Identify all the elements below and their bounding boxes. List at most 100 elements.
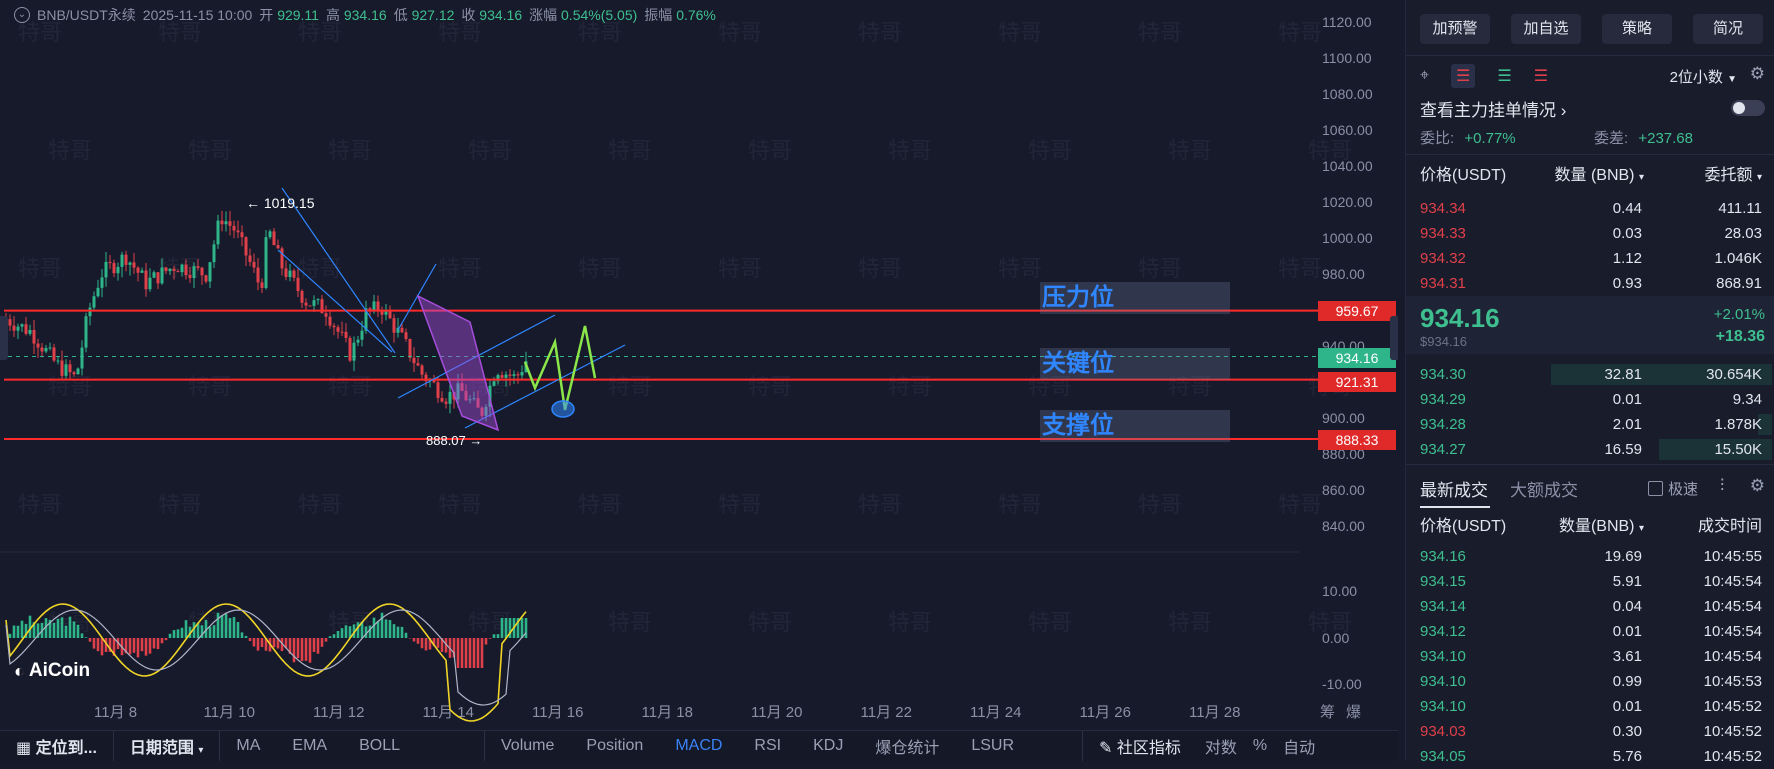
candle — [357, 336, 360, 346]
trade-row[interactable]: 934.140.0410:45:54 — [1420, 594, 1762, 619]
candle-body — [177, 271, 180, 272]
row-qty: 0.04 — [1613, 594, 1642, 619]
expand-right-handle[interactable] — [1390, 316, 1398, 360]
trade-row[interactable]: 934.100.9910:45:53 — [1420, 669, 1762, 694]
candle — [81, 340, 84, 375]
indicator-boll[interactable]: BOLL — [343, 737, 416, 755]
locate-button[interactable]: ▦ 定位到... — [0, 734, 113, 758]
candle — [245, 236, 248, 266]
macd-bar — [169, 634, 172, 638]
candle-body — [353, 343, 356, 361]
trade-row[interactable]: 934.155.9110:45:54 — [1420, 569, 1762, 594]
price-axis-label: 1120.00 — [1322, 14, 1372, 30]
log-scale-toggle[interactable]: 对数 — [1197, 734, 1245, 758]
trade-row[interactable]: 934.055.7610:45:52 — [1420, 744, 1762, 769]
symbol-name: BNB/USDT永续 — [37, 5, 136, 25]
ask-row[interactable]: 934.330.0328.03 — [1420, 221, 1762, 246]
row-amount: 30.654K — [1706, 362, 1762, 387]
macd-bar — [153, 638, 156, 648]
sub-liquidation[interactable]: 爆仓统计 — [859, 734, 955, 758]
filter-icon[interactable]: ⫶ — [1720, 476, 1724, 496]
sub-kdj[interactable]: KDJ — [797, 737, 859, 755]
ratio-value: +0.77% — [1464, 130, 1515, 147]
sub-lsur[interactable]: LSUR — [955, 737, 1030, 755]
candle-body — [97, 288, 100, 296]
expand-left-handle[interactable] — [0, 316, 8, 360]
bid-row[interactable]: 934.3032.8130.654K — [1420, 362, 1762, 387]
macd-bar — [333, 634, 336, 638]
qty-unit-select[interactable]: 数量 (BNB) ▾ — [1555, 163, 1645, 190]
bid-row[interactable]: 934.290.019.34 — [1420, 387, 1762, 412]
macd-bar — [229, 618, 232, 638]
add-alert-button[interactable]: 加预警 — [1420, 14, 1490, 44]
chart-area[interactable]: 特哥特哥特哥特哥特哥特哥特哥特哥特哥特哥特哥特哥特哥特哥特哥特哥特哥特哥特哥特哥… — [0, 0, 1398, 730]
diff-value: +237.68 — [1638, 130, 1693, 147]
macd-bar — [257, 638, 260, 651]
macd-bar — [313, 638, 316, 652]
indicator-ema[interactable]: EMA — [276, 737, 343, 755]
community-indicator-button[interactable]: ✎ 社区指标 — [1083, 734, 1197, 758]
candle-body — [293, 271, 296, 278]
macd-bar — [101, 638, 104, 655]
macd-bar — [489, 638, 492, 639]
sub-position[interactable]: Position — [570, 737, 659, 755]
trade-row[interactable]: 934.030.3010:45:52 — [1420, 719, 1762, 744]
ask-row[interactable]: 934.310.93868.91 — [1420, 271, 1762, 296]
row-price: 934.29 — [1420, 387, 1466, 412]
candle-body — [229, 221, 232, 226]
candle — [501, 372, 504, 379]
sub-macd[interactable]: MACD — [659, 737, 738, 755]
macd-bar — [525, 618, 528, 638]
main-orders-link[interactable]: 查看主力挂单情况 › — [1420, 96, 1566, 121]
diff-label: 委差: — [1594, 130, 1628, 147]
candle-body — [65, 364, 68, 376]
price-axis-label: 840.00 — [1322, 518, 1365, 534]
tab-large-trades[interactable]: 大额成交 — [1510, 476, 1578, 501]
sub-volume[interactable]: Volume — [485, 737, 570, 755]
row-amount: 10:45:54 — [1704, 569, 1762, 594]
ask-row[interactable]: 934.321.121.046K — [1420, 246, 1762, 271]
macd-bar — [337, 631, 340, 638]
candle-body — [13, 326, 16, 331]
collapse-icon[interactable]: ⌄ — [14, 7, 30, 23]
trade-row[interactable]: 934.120.0110:45:54 — [1420, 619, 1762, 644]
book-asks-icon[interactable]: ☰ — [1534, 66, 1548, 86]
decimal-select[interactable]: 2位小数 ▼ — [1670, 66, 1737, 87]
trade-row[interactable]: 934.100.0110:45:52 — [1420, 694, 1762, 719]
trade-row[interactable]: 934.1619.6910:45:55 — [1420, 544, 1762, 569]
settings-icon[interactable]: ⚙ — [1750, 64, 1765, 84]
date-range-button[interactable]: 日期范围 ▾ — [114, 734, 220, 758]
indicator-ma[interactable]: MA — [220, 737, 276, 755]
fast-mode-checkbox[interactable]: 极速 — [1648, 478, 1698, 499]
candle — [405, 329, 408, 342]
pin-icon[interactable]: ⌖ — [1420, 67, 1429, 85]
macd-bar — [397, 627, 400, 638]
candle — [41, 343, 44, 357]
candle — [253, 253, 256, 272]
candle — [117, 263, 120, 281]
book-both-icon[interactable]: ☰ — [1451, 64, 1475, 88]
main-orders-toggle[interactable] — [1731, 100, 1765, 116]
auto-scale-toggle[interactable]: 自动 — [1275, 734, 1323, 758]
watermark-text: 特哥 — [578, 256, 622, 281]
bid-row[interactable]: 934.2716.5915.50K — [1420, 437, 1762, 462]
trade-row[interactable]: 934.103.6110:45:54 — [1420, 644, 1762, 669]
amount-unit-select[interactable]: 委托额 ▾ — [1705, 163, 1763, 190]
watermark-text: 特哥 — [748, 374, 792, 399]
sub-rsi[interactable]: RSI — [738, 737, 797, 755]
macd-bar — [233, 617, 236, 638]
chevron-down-icon: ▾ — [198, 745, 203, 756]
percent-scale-toggle[interactable]: % — [1245, 737, 1275, 755]
ask-row[interactable]: 934.340.44411.11 — [1420, 196, 1762, 221]
macd-bar — [165, 638, 168, 640]
summary-button[interactable]: 简况 — [1693, 14, 1763, 44]
chevron-right-icon: › — [1561, 101, 1567, 120]
tab-latest-trades[interactable]: 最新成交 — [1420, 476, 1488, 501]
add-favorite-button[interactable]: 加自选 — [1511, 14, 1581, 44]
book-bids-icon[interactable]: ☰ — [1497, 66, 1511, 86]
bid-row[interactable]: 934.282.011.878K — [1420, 412, 1762, 437]
candle — [261, 278, 264, 293]
trade-qty-unit-select[interactable]: 数量(BNB) ▾ — [1559, 514, 1644, 541]
trade-settings-icon[interactable]: ⚙ — [1750, 476, 1765, 496]
strategy-button[interactable]: 策略 — [1602, 14, 1672, 44]
